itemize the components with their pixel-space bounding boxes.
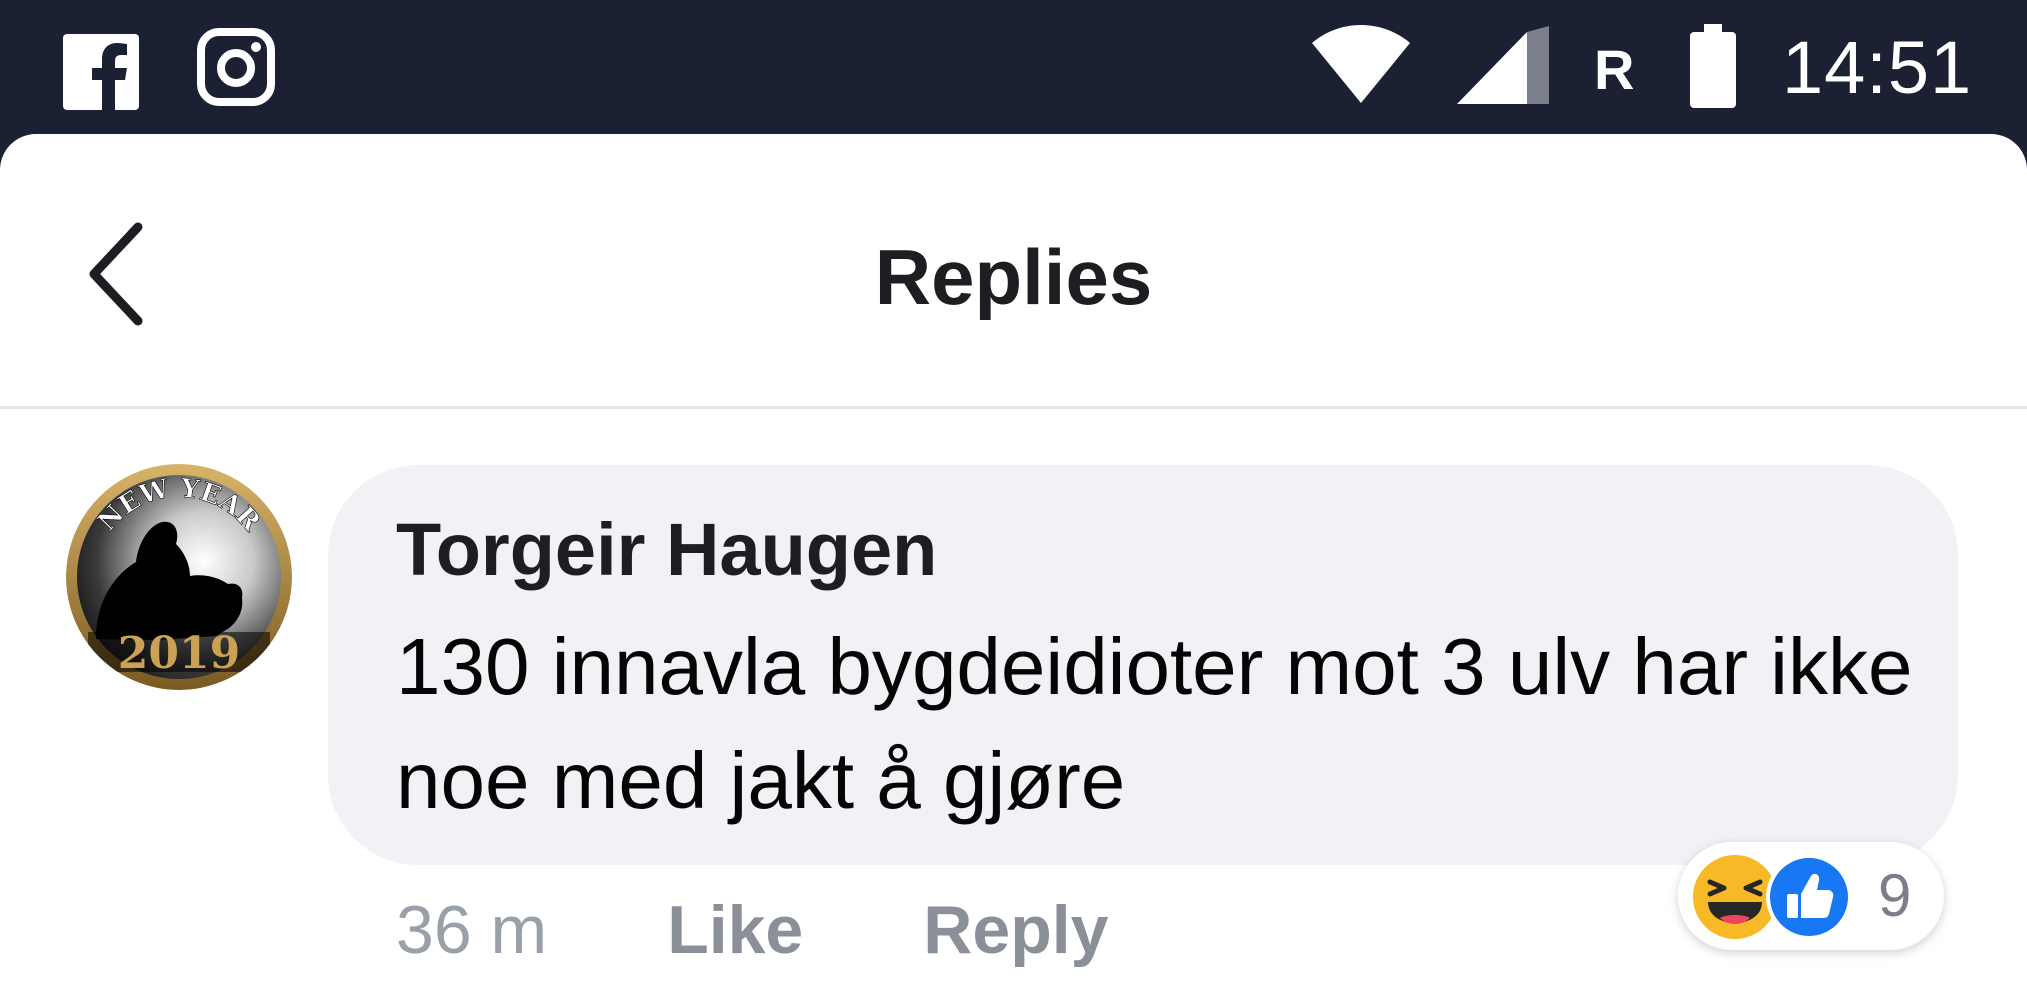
status-bar: R 14:51 (0, 0, 2027, 138)
comment-actions: 36 m Like Reply (396, 880, 1228, 980)
comment-text: 130 innavla bygdeidioter mot 3 ulv har i… (396, 622, 1913, 825)
wifi-icon (1312, 25, 1410, 103)
reactions-summary[interactable]: 9 (1678, 842, 1944, 950)
replies-header: Replies (0, 134, 2027, 409)
status-time: 14:51 (1782, 26, 1973, 109)
roaming-indicator: R (1594, 38, 1635, 101)
comment-timestamp[interactable]: 36 m (396, 880, 547, 980)
instagram-icon (197, 28, 275, 106)
new-year-avatar: 2019 NEW YEAR (66, 464, 292, 690)
page-title: Replies (874, 233, 1153, 321)
facebook-icon (63, 34, 139, 110)
battery-icon (1690, 24, 1736, 108)
like-reaction-icon (1766, 854, 1852, 940)
like-button[interactable]: Like (667, 880, 803, 980)
avatar-year-text: 2019 (118, 628, 240, 679)
reaction-count: 9 (1878, 862, 1912, 929)
avatar[interactable]: 2019 NEW YEAR (66, 464, 292, 690)
comment-author[interactable]: Torgeir Haugen (396, 508, 937, 592)
signal-icon (1457, 26, 1549, 104)
reply-button[interactable]: Reply (923, 880, 1108, 980)
